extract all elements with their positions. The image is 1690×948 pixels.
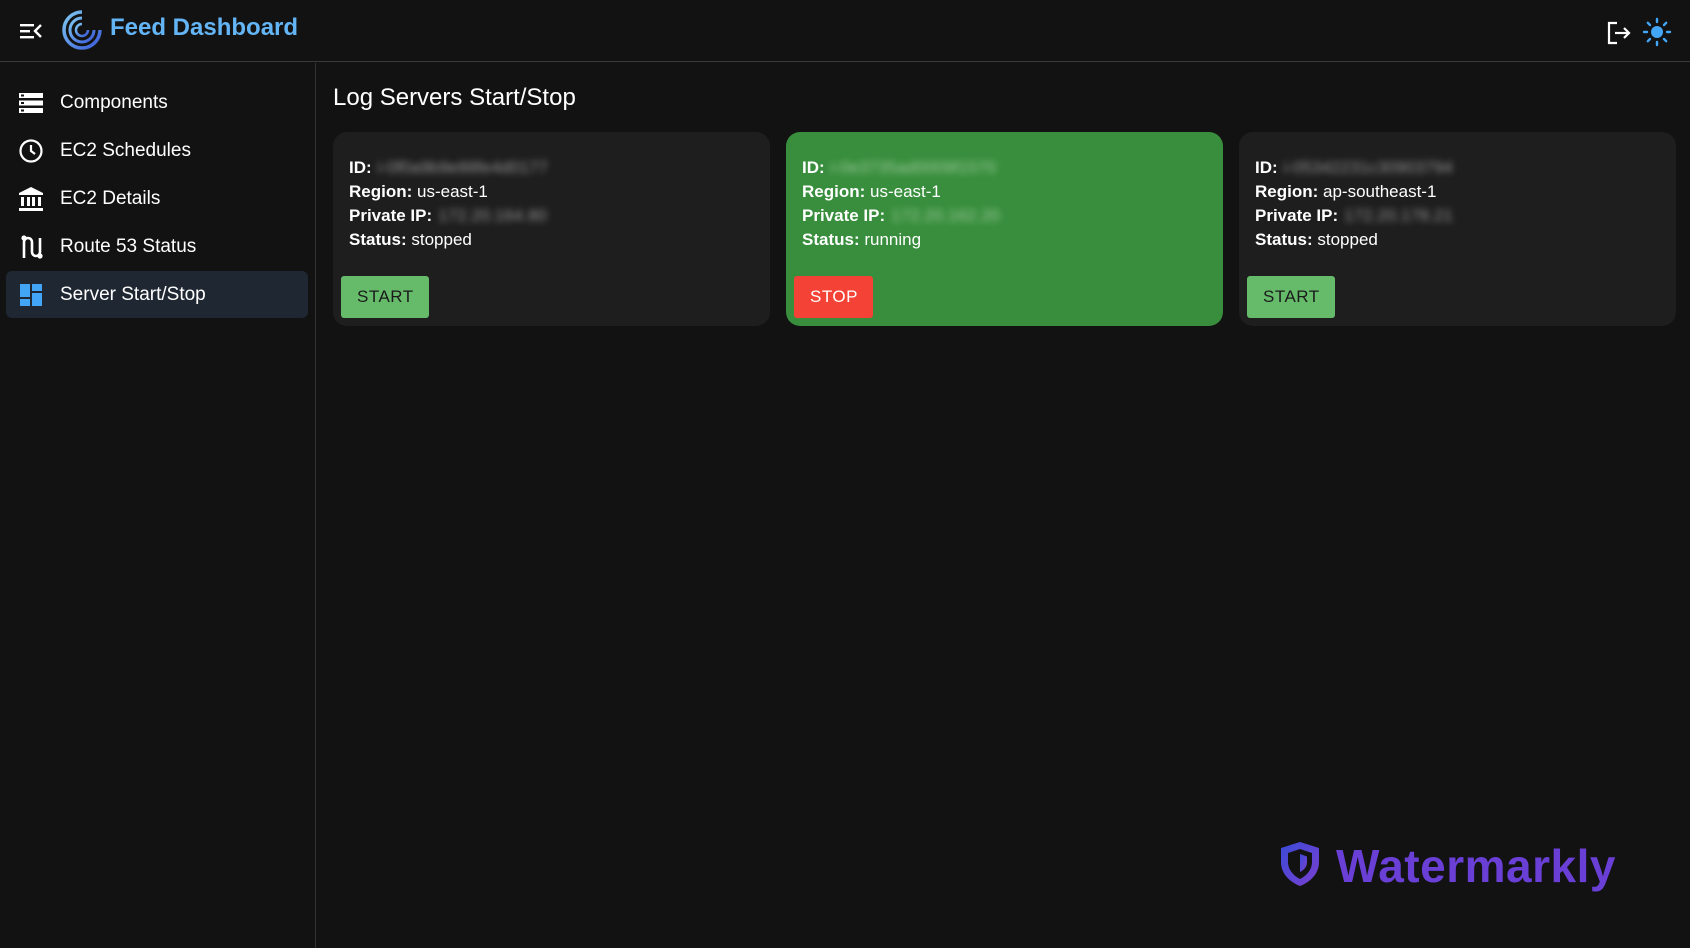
top-app-bar: Feed Dashboard bbox=[0, 0, 1690, 62]
status-label: Status: bbox=[802, 230, 860, 249]
server-status-row: Status: running bbox=[802, 229, 921, 251]
server-id-value: i-05342231c30903794 bbox=[1283, 158, 1453, 177]
dashboard-icon bbox=[18, 282, 44, 308]
server-status-value: running bbox=[864, 230, 922, 249]
sidebar-item-label: Route 53 Status bbox=[60, 236, 197, 257]
server-region-row: Region: us-east-1 bbox=[349, 181, 488, 203]
server-status-value: stopped bbox=[1317, 230, 1378, 249]
watermark: Watermarkly bbox=[1278, 838, 1616, 894]
server-ip-value: 172.20.162.20 bbox=[891, 206, 1000, 225]
server-ip-row: Private IP: 172.20.162.20 bbox=[802, 205, 1000, 227]
shield-icon bbox=[1278, 840, 1322, 893]
start-button[interactable]: START bbox=[1247, 276, 1335, 318]
server-status-row: Status: stopped bbox=[349, 229, 472, 251]
server-id-row: ID: i-0e3735ad0009f1570 bbox=[802, 157, 996, 179]
swirl-logo bbox=[60, 8, 104, 52]
sidebar-item-label: EC2 Schedules bbox=[60, 140, 191, 161]
menu-collapse-icon[interactable] bbox=[16, 16, 46, 46]
start-button[interactable]: START bbox=[341, 276, 429, 318]
server-card: ID: i-0f0a9b9e88fe4d0177 Region: us-east-… bbox=[333, 132, 770, 326]
status-label: Status: bbox=[1255, 230, 1313, 249]
server-region-value: ap-southeast-1 bbox=[1323, 182, 1437, 201]
server-status-row: Status: stopped bbox=[1255, 229, 1378, 251]
region-label: Region: bbox=[1255, 182, 1319, 201]
clock-icon bbox=[18, 138, 44, 164]
sun-icon[interactable] bbox=[1640, 15, 1674, 49]
server-card: ID: i-0e3735ad0009f1570 Region: us-east-1… bbox=[786, 132, 1223, 326]
server-ip-value: 172.20.164.80 bbox=[438, 206, 547, 225]
server-id-value: i-0f0a9b9e88fe4d0177 bbox=[377, 158, 548, 177]
server-ip-row: Private IP: 172.20.164.80 bbox=[349, 205, 547, 227]
sidebar-item-components[interactable]: Components bbox=[6, 79, 308, 126]
private-ip-label: Private IP: bbox=[1255, 206, 1339, 225]
logout-icon[interactable] bbox=[1604, 18, 1634, 48]
id-label: ID: bbox=[802, 158, 825, 177]
server-region-row: Region: ap-southeast-1 bbox=[1255, 181, 1436, 203]
server-region-row: Region: us-east-1 bbox=[802, 181, 941, 203]
sidebar-item-label: Components bbox=[60, 92, 168, 113]
list-icon bbox=[18, 90, 44, 116]
watermark-text: Watermarkly bbox=[1336, 840, 1616, 892]
status-label: Status: bbox=[349, 230, 407, 249]
region-label: Region: bbox=[802, 182, 866, 201]
sidebar-item-route-53-status[interactable]: Route 53 Status bbox=[6, 223, 308, 270]
private-ip-label: Private IP: bbox=[802, 206, 886, 225]
server-id-row: ID: i-0f0a9b9e88fe4d0177 bbox=[349, 157, 548, 179]
server-id-row: ID: i-05342231c30903794 bbox=[1255, 157, 1453, 179]
sidebar-item-label: EC2 Details bbox=[60, 188, 161, 209]
server-status-value: stopped bbox=[411, 230, 472, 249]
private-ip-label: Private IP: bbox=[349, 206, 433, 225]
app-title: Feed Dashboard bbox=[110, 14, 299, 41]
sidebar-item-ec2-schedules[interactable]: EC2 Schedules bbox=[6, 127, 308, 174]
server-ip-value: 172.20.178.21 bbox=[1344, 206, 1453, 225]
route-icon bbox=[18, 234, 44, 260]
server-ip-row: Private IP: 172.20.178.21 bbox=[1255, 205, 1453, 227]
bank-icon bbox=[18, 186, 44, 212]
sidebar-item-ec2-details[interactable]: EC2 Details bbox=[6, 175, 308, 222]
id-label: ID: bbox=[1255, 158, 1278, 177]
sidebar-item-server-start-stop[interactable]: Server Start/Stop bbox=[6, 271, 308, 318]
server-id-value: i-0e3735ad0009f1570 bbox=[830, 158, 997, 177]
stop-button[interactable]: STOP bbox=[794, 276, 873, 318]
server-region-value: us-east-1 bbox=[417, 182, 488, 201]
sidebar: Components EC2 Schedules EC2 Details Rou… bbox=[0, 63, 316, 948]
sidebar-item-label: Server Start/Stop bbox=[60, 284, 206, 305]
region-label: Region: bbox=[349, 182, 413, 201]
id-label: ID: bbox=[349, 158, 372, 177]
server-card: ID: i-05342231c30903794 Region: ap-southe… bbox=[1239, 132, 1676, 326]
page-title: Log Servers Start/Stop bbox=[333, 84, 576, 111]
server-region-value: us-east-1 bbox=[870, 182, 941, 201]
